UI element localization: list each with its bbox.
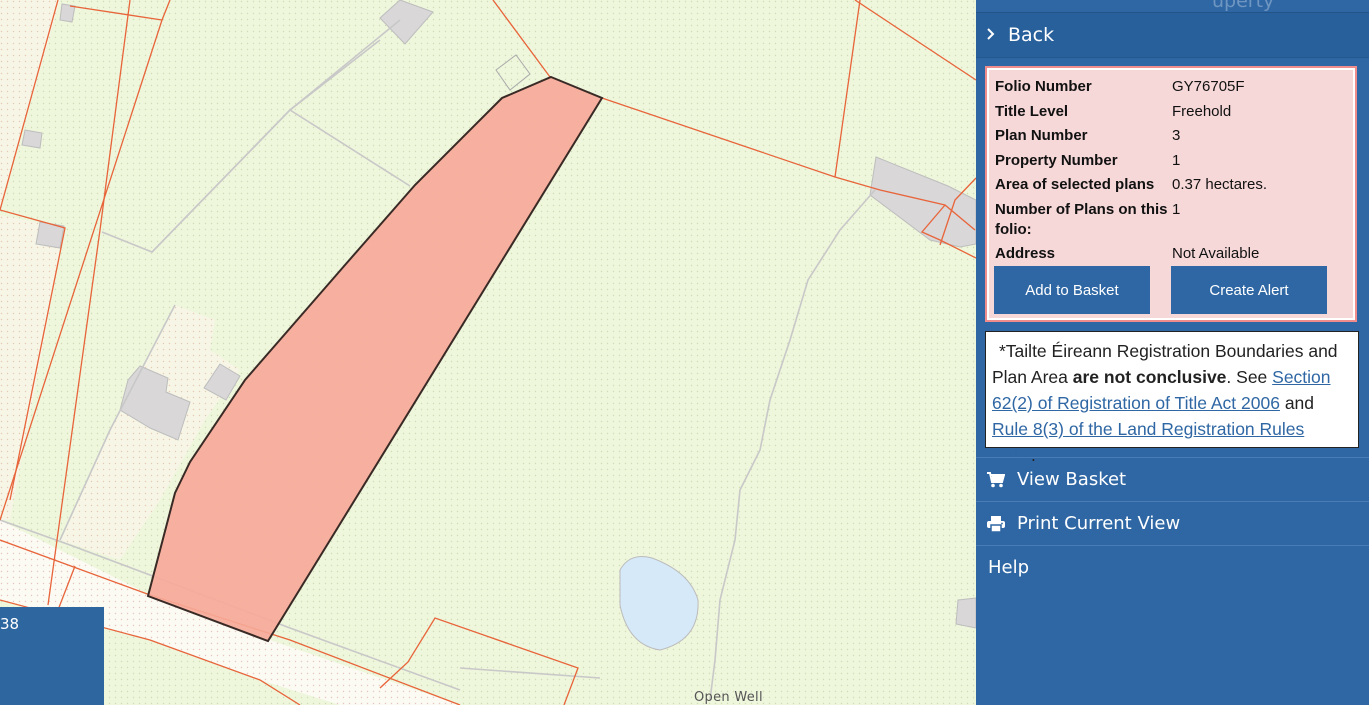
address-key: Address [995, 245, 1056, 262]
plans-count-key: Number of Plans on this folio: [995, 200, 1168, 238]
panel-top-strip: uperty [976, 0, 1369, 13]
title-level-key: Title Level [995, 102, 1069, 120]
notice-mid: . See [1226, 367, 1273, 387]
help-label: Help [988, 557, 1030, 578]
printer-icon [987, 515, 1017, 532]
property-number-key: Property Number [995, 151, 1118, 169]
add-to-basket-button[interactable]: Add to Basket [994, 266, 1150, 314]
area-key: Area of selected plans [995, 176, 1155, 193]
table-row: Address Not Available [995, 244, 1267, 269]
property-number-value: 1 [1172, 151, 1181, 169]
address-value: Not Available [1172, 245, 1260, 262]
notice-and: and [1279, 393, 1315, 413]
disclaimer-notice: *Tailte Éireann Registration Boundaries … [985, 331, 1359, 465]
notice-bold: are not conclusive [1072, 367, 1227, 387]
map-view[interactable]: 38 Open Well [0, 0, 976, 705]
map-place-label: Open Well [694, 690, 763, 705]
table-row: Plan Number 3 [995, 126, 1267, 151]
help-button[interactable]: Help [976, 545, 1369, 589]
title-level-value: Freehold [1172, 102, 1232, 120]
back-button[interactable]: Back [976, 13, 1369, 58]
scale-text: 38 [0, 615, 20, 633]
back-label: Back [1008, 24, 1055, 46]
create-alert-button[interactable]: Create Alert [1171, 266, 1327, 314]
folio-number-key: Folio Number [995, 78, 1092, 95]
panel-heading-cut: uperty [1212, 0, 1275, 12]
map-canvas[interactable] [0, 0, 976, 705]
chevron-right-icon [986, 26, 1006, 45]
folio-number-value: GY76705F [1172, 78, 1245, 95]
print-current-view-label: Print Current View [1017, 513, 1181, 534]
folio-details-table: Folio Number GY76705F Title Level Freeho… [995, 77, 1267, 269]
print-current-view-button[interactable]: Print Current View [976, 501, 1369, 545]
plan-number-value: 3 [1172, 127, 1181, 144]
plans-count-value: 1 [1172, 200, 1181, 218]
view-basket-button[interactable]: View Basket [976, 457, 1369, 501]
plan-number-key: Plan Number [995, 127, 1088, 144]
area-value: 0.37 hectares. [1172, 176, 1268, 193]
folio-details-card: Folio Number GY76705F Title Level Freeho… [985, 66, 1357, 322]
view-basket-label: View Basket [1017, 469, 1127, 490]
scale-indicator: 38 [0, 607, 104, 705]
table-row: Title Level Freehold [995, 102, 1267, 127]
cart-icon [987, 471, 1017, 488]
table-row: Folio Number GY76705F [995, 77, 1267, 102]
table-row: Property Number 1 [995, 151, 1267, 176]
table-row: Number of Plans on this folio: 1 [995, 200, 1267, 245]
table-row: Area of selected plans 0.37 hectares. [995, 175, 1267, 200]
